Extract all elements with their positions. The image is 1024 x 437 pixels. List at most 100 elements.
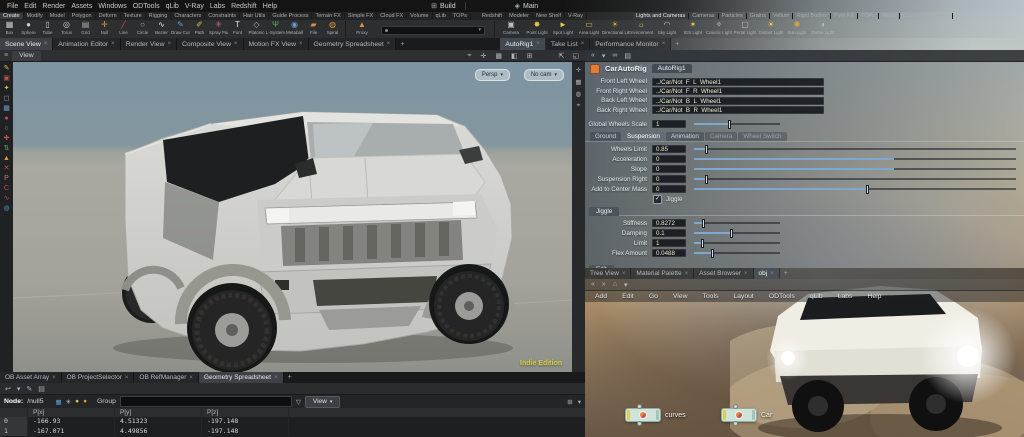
node-flag-left[interactable] bbox=[723, 410, 726, 420]
shelf-tool-button[interactable]: ✎ Draw Curve bbox=[171, 20, 190, 35]
new-pane-tab-button[interactable]: + bbox=[396, 41, 408, 48]
menu-item[interactable]: V-Ray bbox=[182, 3, 207, 10]
network-menu-item[interactable]: ODTools bbox=[766, 293, 798, 300]
viewport-tool-icon[interactable]: ⊞ bbox=[525, 52, 535, 60]
new-pane-tab-button[interactable]: + bbox=[780, 268, 792, 279]
funnel-icon[interactable]: ▽ bbox=[296, 398, 301, 406]
shelf-tool-button[interactable]: ◠ Sky Light bbox=[654, 20, 680, 35]
shelf-tab[interactable]: TOPs bbox=[450, 13, 471, 19]
shelf-tool-button[interactable]: ☀ Distant Light bbox=[758, 20, 784, 35]
display-option-icon[interactable]: ◍ bbox=[576, 90, 582, 98]
node-curves[interactable]: curves bbox=[625, 404, 686, 426]
menu-item[interactable]: Render bbox=[39, 3, 68, 10]
display-option-icon[interactable]: ✛ bbox=[576, 66, 581, 74]
scene-viewport[interactable]: Persp ▾ No cam ▾ Indie Edition bbox=[13, 62, 572, 372]
slider[interactable] bbox=[694, 144, 1016, 154]
value-field[interactable]: 0 bbox=[652, 165, 686, 173]
shelf-tab[interactable]: TOPs bbox=[858, 13, 880, 19]
pane-tab[interactable]: Geometry Spreadsheet × bbox=[308, 38, 397, 50]
close-icon[interactable]: × bbox=[167, 41, 171, 47]
shelf-tool-button[interactable]: ▢ Portal Light bbox=[732, 20, 758, 35]
menu-item[interactable]: qLib bbox=[163, 3, 182, 10]
camera-selector-pill[interactable]: Persp ▾ bbox=[474, 69, 510, 81]
network-menu-item[interactable]: View bbox=[670, 293, 691, 300]
shelf-tool-button[interactable]: ▣ Camera bbox=[498, 20, 524, 35]
shelf-tab[interactable]: Guide Process bbox=[269, 13, 313, 19]
network-nav-icon[interactable]: ▾ bbox=[624, 281, 628, 289]
shelf-tab[interactable]: Polygon bbox=[69, 13, 96, 19]
shelf-tool-button[interactable]: ▰ File bbox=[304, 20, 323, 35]
shelf-tab[interactable]: Modify bbox=[24, 13, 47, 19]
network-menu-item[interactable]: Add bbox=[592, 293, 610, 300]
node-input-connector[interactable] bbox=[733, 404, 738, 409]
shelf-tab[interactable]: Volume bbox=[407, 13, 433, 19]
spreadsheet-tool-icon[interactable]: ↩ bbox=[5, 385, 11, 393]
network-canvas[interactable]: curves Car bbox=[585, 302, 1024, 437]
camera-list-dropdown[interactable]: ▾ bbox=[381, 25, 485, 35]
node-name-tab[interactable]: AutoRig1 bbox=[651, 64, 692, 73]
slider[interactable] bbox=[694, 158, 1016, 160]
table-row[interactable]: 1 -167.071 4.49856 -197.148 bbox=[0, 426, 585, 436]
close-icon[interactable]: × bbox=[387, 41, 391, 47]
viewport-side-tool-icon[interactable]: ◍ bbox=[3, 205, 9, 212]
slider[interactable] bbox=[694, 218, 780, 228]
value-field[interactable]: 1 bbox=[652, 239, 686, 247]
network-nav-icon[interactable]: » bbox=[602, 281, 606, 288]
viewport-tool-icon[interactable]: ⌖ bbox=[466, 52, 474, 60]
network-menu-item[interactable]: Labs bbox=[835, 293, 856, 300]
shelf-tab[interactable]: Deform bbox=[96, 13, 121, 19]
slider-handle[interactable] bbox=[728, 119, 732, 129]
shelf-tab[interactable]: Texture bbox=[121, 13, 146, 19]
shelf-tab[interactable]: Cloud FX bbox=[377, 13, 408, 19]
parameter-nav-icon[interactable]: ∞ bbox=[612, 52, 617, 59]
shelf-tool-button[interactable]: ✺ Sun Light bbox=[784, 20, 810, 35]
jiggle-section-header[interactable]: Jiggle bbox=[585, 206, 1024, 216]
value-field[interactable]: 0.85 bbox=[652, 145, 686, 153]
slider-handle[interactable] bbox=[729, 228, 733, 238]
pane-tab[interactable]: Composite View × bbox=[177, 38, 244, 50]
viewport-tool-icon[interactable]: ✛ bbox=[479, 52, 489, 60]
value-field[interactable]: 0 bbox=[652, 185, 686, 193]
folder-tab[interactable]: Camera bbox=[704, 132, 738, 141]
viewport-menu-tab[interactable]: View bbox=[12, 50, 41, 61]
shelf-tab[interactable]: Grains bbox=[747, 13, 770, 19]
lighting-selector-pill[interactable]: No cam ▾ bbox=[523, 69, 564, 81]
shelf-tool-button[interactable]: ☀ Directional Light bbox=[602, 20, 628, 35]
folder-tab[interactable]: Suspension bbox=[622, 132, 665, 141]
menu-item[interactable]: ODTools bbox=[130, 3, 163, 10]
close-icon[interactable]: × bbox=[44, 41, 48, 47]
value-field[interactable]: 1 bbox=[652, 120, 686, 128]
pane-tab[interactable]: Performance Monitor × bbox=[590, 38, 672, 50]
chevron-down-icon[interactable]: ▾ bbox=[578, 398, 581, 406]
pane-tab[interactable]: Asset Browser × bbox=[694, 268, 754, 279]
shelf-tool-button[interactable]: ▯ Tube bbox=[38, 20, 57, 35]
shelf-tool-button[interactable]: T Font bbox=[228, 20, 247, 35]
close-icon[interactable]: × bbox=[111, 41, 115, 47]
close-icon[interactable]: × bbox=[274, 375, 278, 381]
value-field[interactable]: 0.1 bbox=[652, 229, 686, 237]
value-field[interactable]: 0.8272 bbox=[652, 219, 686, 227]
network-menu-item[interactable]: Tools bbox=[700, 293, 722, 300]
pane-tab[interactable]: Motion FX View × bbox=[243, 38, 309, 50]
slider-handle[interactable] bbox=[704, 144, 708, 154]
spreadsheet-tool-icon[interactable]: ✎ bbox=[26, 385, 32, 393]
shelf-tool-button[interactable]: ☼ Environment Light bbox=[628, 20, 654, 35]
folder-tab[interactable]: Animation bbox=[665, 132, 704, 141]
shelf-tool-button[interactable]: ◉ Metaball bbox=[285, 20, 304, 35]
shelf-tab[interactable]: Crowd Simulations bbox=[900, 13, 954, 19]
viewport-side-tool-icon[interactable]: ✦ bbox=[4, 85, 10, 92]
shelf-tab[interactable]: Hair Utils bbox=[240, 13, 270, 19]
shelf-tab[interactable]: Pyro FX bbox=[831, 13, 859, 19]
shelf-tab[interactable]: V-Ray bbox=[565, 13, 587, 19]
take-selector[interactable]: ◈ Main bbox=[515, 2, 539, 11]
network-menu-item[interactable]: Help bbox=[864, 293, 884, 300]
viewport-tool-icon[interactable]: ▦ bbox=[493, 52, 504, 60]
viewport-side-tool-icon[interactable]: C bbox=[4, 185, 9, 192]
viewport-side-tool-icon[interactable]: ▲ bbox=[3, 155, 10, 162]
shelf-tab[interactable]: Model bbox=[47, 13, 69, 19]
attribute-filter-icon[interactable]: ✳ bbox=[66, 398, 71, 406]
shelf-tab[interactable]: qLib bbox=[433, 13, 450, 19]
shelf-tab[interactable]: Simple FX bbox=[345, 13, 378, 19]
spreadsheet-tool-icon[interactable]: ▤ bbox=[38, 385, 45, 393]
menu-item[interactable]: Redshift bbox=[228, 3, 260, 10]
